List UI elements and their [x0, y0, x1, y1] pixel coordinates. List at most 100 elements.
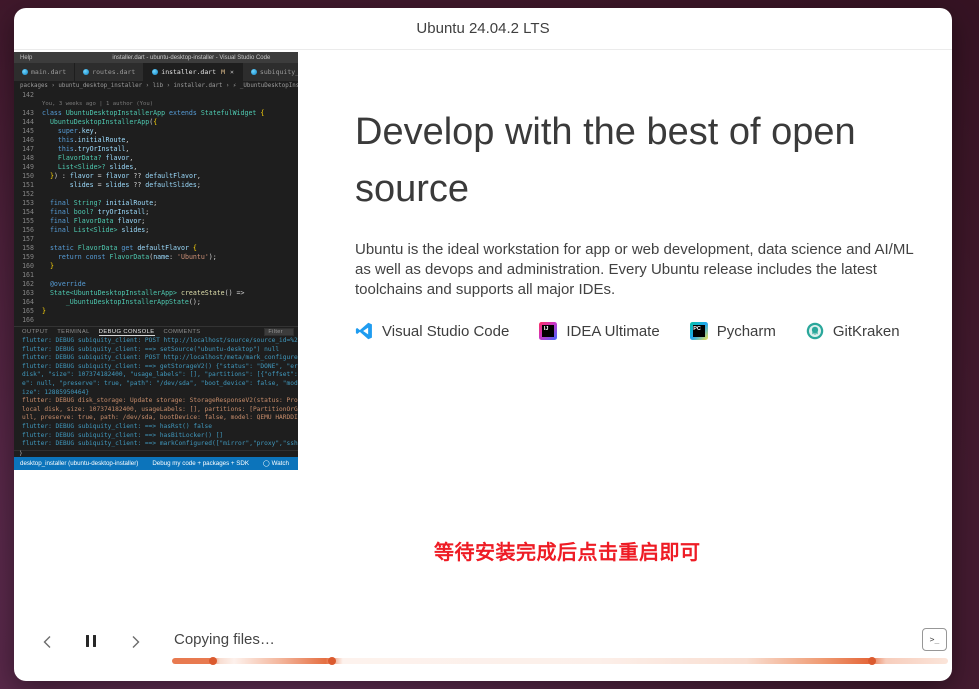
chevron-left-icon [41, 634, 54, 650]
code-token: this [58, 136, 74, 145]
tools-row: Visual Studio CodeIJIDEA UltimatePCPycha… [355, 322, 940, 340]
slideshow-pause-button[interactable] [82, 634, 100, 650]
code-token: super [58, 127, 78, 136]
code-token [42, 208, 50, 217]
code-token: name [153, 253, 169, 262]
code-token: { [153, 118, 157, 127]
code-token: flavor [70, 172, 94, 181]
code-token: slides [121, 226, 145, 235]
vscode-code-editor: 142You, 3 weeks ago | 1 author (You)143c… [14, 91, 298, 326]
vscode-tab-main.dart: main.dart [14, 63, 75, 81]
vscode-tab-installer.dart: installer.dartM× [144, 63, 243, 81]
code-token [42, 172, 50, 181]
dart-icon [152, 69, 158, 75]
terminal-button[interactable]: >_ [922, 628, 947, 651]
code-line: 160 } [14, 262, 298, 271]
code-token: ) : [54, 172, 70, 181]
code-token: StatefulWidget [201, 109, 261, 118]
code-token: ; [145, 226, 149, 235]
statusbar-item: desktop_installer (ubuntu-desktop-instal… [20, 460, 138, 467]
code-line: 145 super.key, [14, 127, 298, 136]
line-number: 151 [14, 181, 34, 190]
code-token: defaultSlides [145, 181, 197, 190]
vscode-menubar: Help installer.dart - ubuntu-desktop-ins… [14, 52, 298, 63]
code-token: @override [50, 280, 86, 289]
code-token: () => [225, 289, 245, 298]
line-number: 146 [14, 136, 34, 145]
code-line: 153 final String? initialRoute; [14, 199, 298, 208]
code-line: 154 final bool? tryOrInstall; [14, 208, 298, 217]
code-token: ; [197, 181, 201, 190]
code-token: , [133, 163, 137, 172]
slide-content: Develop with the best of open source Ubu… [355, 104, 940, 340]
code-token [42, 145, 58, 154]
dart-icon [83, 69, 89, 75]
code-line: 152 [14, 190, 298, 199]
line-number: 144 [14, 118, 34, 127]
code-token: tryOrInstall [98, 208, 146, 217]
tool-label: GitKraken [833, 323, 900, 340]
code-token: ?? [129, 172, 145, 181]
console-line: flutter: DEBUG subiquity_client: ==> set… [22, 346, 298, 355]
codelens-annotation: You, 3 weeks ago | 1 author (You) [42, 100, 153, 109]
vscode-statusbar: desktop_installer (ubuntu-desktop-instal… [14, 457, 298, 470]
code-token [42, 154, 58, 163]
tool-item: GitKraken [806, 322, 900, 340]
code-token: , [94, 127, 98, 136]
code-token [42, 280, 50, 289]
code-line: 142 [14, 91, 298, 100]
code-line: 144 UbuntuDesktopInstallerApp({ [14, 118, 298, 127]
filter-input: Filter [264, 328, 294, 336]
code-token: FlavorData [74, 217, 114, 226]
code-token [42, 217, 50, 226]
console-line: ull, preserve: true, path: /dev/sda, boo… [22, 414, 298, 423]
code-token: createState [181, 289, 225, 298]
vscode-screenshot: Help installer.dart - ubuntu-desktop-ins… [14, 52, 298, 470]
code-token: _UbuntuDesktopInstallerAppState [66, 298, 189, 307]
slide-heading: Develop with the best of open source [355, 104, 930, 218]
code-token: static [50, 244, 78, 253]
code-token: FlavorData [110, 253, 150, 262]
install-note: 等待安装完成后点击重启即可 [434, 536, 701, 565]
code-token: slides [110, 163, 134, 172]
code-token: extends [169, 109, 201, 118]
code-line: 162 @override [14, 280, 298, 289]
code-token: final [50, 208, 74, 217]
console-line: flutter: DEBUG subiquity_client: ==> has… [22, 432, 298, 441]
vscode-tabbar: main.dartroutes.dartinstaller.dartM×subi… [14, 63, 298, 81]
code-token: = [94, 181, 106, 190]
code-token: ; [145, 208, 149, 217]
vscode-panel-tab: OUTPUT [22, 329, 48, 335]
progress-dot [209, 657, 217, 665]
code-token: this [58, 145, 74, 154]
console-line: flutter: DEBUG subiquity_client: POST ht… [22, 354, 298, 363]
line-number: 165 [14, 307, 34, 316]
line-number: 158 [14, 244, 34, 253]
slide-forward-button[interactable] [126, 634, 144, 650]
window-title: Ubuntu 24.04.2 LTS [416, 20, 549, 37]
slide-body: Ubuntu is the ideal workstation for app … [355, 240, 933, 300]
code-token: UbuntuDesktopInstallerApp [50, 118, 149, 127]
code-token [42, 253, 58, 262]
code-token: , [125, 145, 129, 154]
code-token [42, 136, 58, 145]
vscode-window-title: installer.dart - ubuntu-desktop-installe… [112, 55, 270, 61]
slide-back-button[interactable] [38, 634, 56, 650]
code-line: You, 3 weeks ago | 1 author (You) [14, 100, 298, 109]
tool-label: Pycharm [717, 323, 776, 340]
terminal-icon: >_ [930, 635, 940, 644]
code-token [42, 226, 50, 235]
gitkraken-icon [806, 322, 824, 340]
code-token: ; [153, 199, 157, 208]
code-token: , [129, 154, 133, 163]
vscode-tab-label: subiquity_client.dart [260, 68, 298, 76]
code-token: UbuntuDesktopInstallerApp [66, 109, 169, 118]
vscode-panel-tab: COMMENTS [164, 329, 201, 335]
console-line: flutter: DEBUG subiquity_client: ==> get… [22, 363, 298, 372]
pycharm-icon: PC [690, 322, 708, 340]
vscode-tab-subiquity_client.dart: subiquity_client.dart [243, 63, 298, 81]
tool-item: IJIDEA Ultimate [539, 322, 659, 340]
code-token: defaultFlavor [137, 244, 193, 253]
console-line: flutter: DEBUG subiquity_client: ==> has… [22, 423, 298, 432]
code-token: flavor [106, 154, 130, 163]
